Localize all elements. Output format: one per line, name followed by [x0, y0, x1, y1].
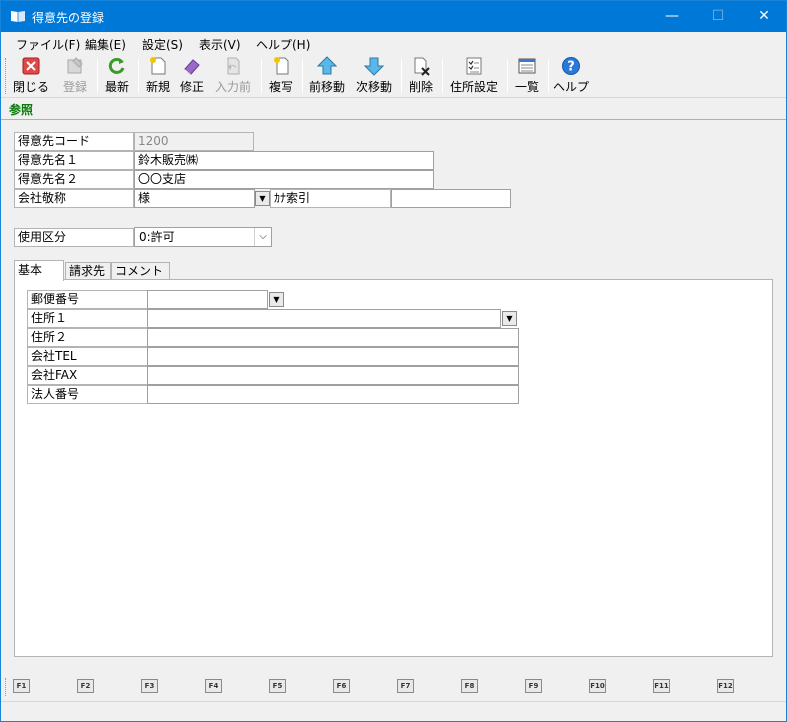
close-icon [22, 57, 40, 75]
usage-category-label: 使用区分 [14, 228, 134, 247]
delete-document-icon [414, 57, 430, 76]
checklist-icon [466, 57, 482, 75]
next-move-button[interactable]: 次移動 [354, 56, 394, 96]
toolbar-separator [138, 59, 139, 93]
customer-code-label: 得意先コード [14, 132, 134, 151]
toolbar-separator [97, 59, 98, 93]
refresh-button[interactable]: 最新 [102, 56, 132, 96]
tab-basic[interactable]: 基本 [14, 260, 64, 281]
kana-index-field[interactable] [391, 189, 511, 208]
honorific-dropdown-button[interactable]: ▼ [255, 191, 270, 206]
toolbar-separator [507, 59, 508, 93]
kana-index-label: ｶﾅ索引 [270, 189, 391, 208]
fkey-f4[interactable]: F4 [205, 679, 222, 693]
copy-icon [274, 57, 289, 75]
address2-label: 住所２ [27, 328, 148, 347]
customer-name2-field[interactable]: 〇〇支店 [134, 170, 434, 189]
corporate-number-field[interactable] [147, 385, 519, 404]
company-fax-field[interactable] [147, 366, 519, 385]
company-tel-label: 会社TEL [27, 347, 148, 366]
toolbar-separator [442, 59, 443, 93]
toolbar-separator [302, 59, 303, 93]
arrow-down-icon [364, 57, 384, 76]
prev-input-button[interactable]: 入力前 [213, 56, 253, 96]
svg-text:?: ? [567, 60, 575, 75]
customer-name1-field[interactable]: 鈴木販売㈱ [134, 151, 434, 170]
menu-settings[interactable]: 設定(S) [142, 36, 183, 53]
menu-file[interactable]: ファイル(F) [16, 36, 80, 53]
menu-edit[interactable]: 編集(E) [85, 36, 126, 53]
toolbar-separator [401, 59, 402, 93]
fkey-f3[interactable]: F3 [141, 679, 158, 693]
company-fax-label: 会社FAX [27, 366, 148, 385]
customer-name1-label: 得意先名１ [14, 151, 134, 170]
address1-dropdown-button[interactable]: ▼ [502, 311, 517, 326]
prev-move-button[interactable]: 前移動 [307, 56, 347, 96]
fkey-f12[interactable]: F12 [717, 679, 734, 693]
tab-billing[interactable]: 請求先 [65, 262, 111, 280]
close-window-button[interactable]: ✕ [741, 1, 787, 32]
arrow-up-icon [317, 56, 337, 75]
help-icon: ? [562, 57, 580, 75]
toolbar-separator [548, 59, 549, 93]
new-button[interactable]: 新規 [143, 56, 173, 96]
fkey-f10[interactable]: F10 [589, 679, 606, 693]
postal-code-field[interactable] [147, 290, 268, 309]
address1-label: 住所１ [27, 309, 148, 328]
help-button[interactable]: ? ヘルプ [553, 56, 589, 96]
undo-document-icon [227, 57, 240, 75]
fkey-f8[interactable]: F8 [461, 679, 478, 693]
fkey-f9[interactable]: F9 [525, 679, 542, 693]
corporate-number-label: 法人番号 [27, 385, 148, 404]
window-title: 得意先の登録 [32, 11, 105, 25]
company-honorific-label: 会社敬称 [14, 189, 134, 208]
list-button[interactable]: 一覧 [512, 56, 542, 96]
register-button[interactable]: 登録 [59, 56, 91, 96]
minimize-button[interactable]: — [649, 1, 695, 32]
fkey-f11[interactable]: F11 [653, 679, 670, 693]
maximize-button[interactable]: ☐ [695, 1, 741, 32]
fkey-f5[interactable]: F5 [269, 679, 286, 693]
close-button[interactable]: 閉じる [13, 56, 49, 96]
list-window-icon [518, 58, 536, 74]
fkey-f7[interactable]: F7 [397, 679, 414, 693]
save-icon [67, 57, 83, 74]
usage-category-value: 0:許可 [139, 230, 175, 244]
company-honorific-field[interactable]: 様 [134, 189, 255, 208]
reference-tab[interactable]: 参照 [9, 101, 33, 118]
postal-code-label: 郵便番号 [27, 290, 148, 309]
toolbar: 閉じる 登録 最新 新規 修正 入力前 複写 前移動 次移動 削除 住所設定 一… [1, 54, 786, 98]
new-document-icon [150, 57, 166, 75]
customer-code-field[interactable]: 1200 [134, 132, 254, 151]
edit-button[interactable]: 修正 [177, 56, 207, 96]
address-settings-button[interactable]: 住所設定 [447, 56, 501, 96]
menu-view[interactable]: 表示(V) [199, 36, 241, 53]
menu-help[interactable]: ヘルプ(H) [256, 36, 310, 53]
address2-field[interactable] [147, 328, 519, 347]
fkey-f6[interactable]: F6 [333, 679, 350, 693]
menu-bar: ファイル(F) 編集(E) 設定(S) 表示(V) ヘルプ(H) [1, 32, 786, 54]
tab-comment[interactable]: コメント [111, 262, 170, 280]
customer-name2-label: 得意先名２ [14, 170, 134, 189]
reference-tab-strip: 参照 [1, 99, 786, 120]
delete-button[interactable]: 削除 [406, 56, 436, 96]
fkey-f2[interactable]: F2 [77, 679, 94, 693]
toolbar-separator [261, 59, 262, 93]
eraser-icon [184, 59, 200, 75]
address1-field[interactable] [147, 309, 501, 328]
refresh-icon [108, 57, 125, 74]
copy-button[interactable]: 複写 [266, 56, 296, 96]
company-tel-field[interactable] [147, 347, 519, 366]
app-icon [11, 11, 25, 22]
fkey-f1[interactable]: F1 [13, 679, 30, 693]
postal-code-dropdown-button[interactable]: ▼ [269, 292, 284, 307]
app-window: 得意先の登録 — ☐ ✕ ファイル(F) 編集(E) 設定(S) 表示(V) ヘ… [0, 0, 787, 722]
status-bar [1, 701, 786, 721]
fkey-grip [5, 678, 8, 696]
toolbar-grip[interactable] [5, 58, 8, 94]
function-key-bar: F1 F2 F3 F4 F5 F6 F7 F8 F9 F10 F11 F12 [1, 676, 786, 698]
usage-category-select[interactable]: 0:許可 ⌵ [134, 227, 272, 247]
title-bar: 得意先の登録 — ☐ ✕ [1, 1, 786, 32]
chevron-down-icon: ⌵ [254, 228, 271, 246]
